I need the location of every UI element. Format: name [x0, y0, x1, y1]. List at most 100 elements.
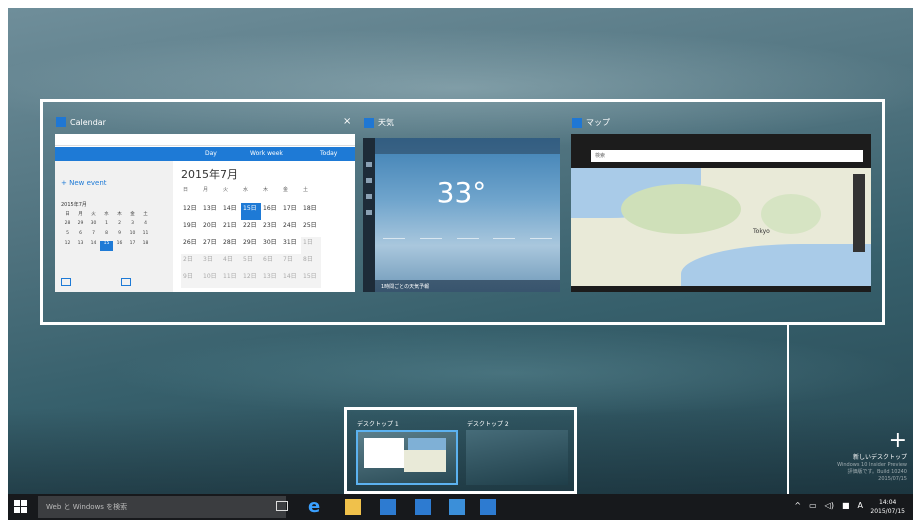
- day-view-button[interactable]: Day: [205, 150, 217, 157]
- mini-dow: 木: [117, 212, 122, 217]
- forecast-day: [383, 238, 405, 272]
- map-taskbar-icon[interactable]: [480, 499, 496, 515]
- mini-day[interactable]: 9: [113, 231, 126, 241]
- new-event-button[interactable]: + New event: [61, 179, 107, 187]
- mini-day[interactable]: 4: [139, 221, 152, 231]
- day-cell[interactable]: 5日: [241, 254, 261, 271]
- mini-day[interactable]: 1: [100, 221, 113, 231]
- day-cell[interactable]: 7日: [281, 254, 301, 271]
- day-cell[interactable]: 13日: [201, 203, 221, 220]
- day-cell[interactable]: 6日: [261, 254, 281, 271]
- mini-day[interactable]: 11: [139, 231, 152, 241]
- edge-icon[interactable]: e: [308, 498, 324, 516]
- day-cell[interactable]: 26日: [181, 237, 201, 254]
- clock[interactable]: 14:04 2015/07/15: [870, 498, 905, 516]
- today-button[interactable]: Today: [320, 150, 337, 157]
- mini-day[interactable]: 10: [126, 231, 139, 241]
- day-cell[interactable]: 16日: [261, 203, 281, 220]
- calendar-window-thumbnail[interactable]: Day Work week Today + New event 2015年7月 …: [55, 134, 355, 292]
- mini-day[interactable]: 14: [87, 241, 100, 251]
- chevron-up-icon[interactable]: ^: [794, 501, 801, 510]
- day-cell[interactable]: 15日: [301, 271, 321, 288]
- map-window-thumbnail[interactable]: 検索 Tokyo: [571, 134, 871, 292]
- day-cell[interactable]: 3日: [201, 254, 221, 271]
- day-cell[interactable]: 10日: [201, 271, 221, 288]
- weather-taskbar-icon[interactable]: [449, 499, 465, 515]
- mini-day[interactable]: 16: [113, 241, 126, 251]
- work-week-button[interactable]: Work week: [250, 150, 283, 157]
- desktop-2-thumbnail[interactable]: [466, 430, 568, 485]
- mini-day[interactable]: 7: [87, 231, 100, 241]
- mini-day[interactable]: 17: [126, 241, 139, 251]
- calendar-window-title[interactable]: Calendar: [56, 117, 106, 127]
- day-cell[interactable]: 23日: [261, 220, 281, 237]
- volume-icon[interactable]: ◁): [825, 501, 834, 510]
- mini-day[interactable]: 2: [113, 221, 126, 231]
- mini-day[interactable]: 12: [61, 241, 74, 251]
- mini-day[interactable]: 29: [74, 221, 87, 231]
- day-cell[interactable]: 4日: [221, 254, 241, 271]
- map-controls[interactable]: [853, 174, 865, 252]
- ime-indicator[interactable]: A: [858, 501, 863, 510]
- day-cell[interactable]: 12日: [181, 203, 201, 220]
- day-cell[interactable]: 21日: [221, 220, 241, 237]
- weather-window-title[interactable]: 天気: [364, 117, 394, 128]
- mini-day[interactable]: 18: [139, 241, 152, 251]
- day-cell[interactable]: 17日: [281, 203, 301, 220]
- day-cell[interactable]: 18日: [301, 203, 321, 220]
- mini-day[interactable]: 5: [61, 231, 74, 241]
- day-cell[interactable]: 24日: [281, 220, 301, 237]
- build-watermark: Windows 10 Insider Preview 評価版です。Build 1…: [837, 462, 907, 482]
- mini-day[interactable]: 6: [74, 231, 87, 241]
- mini-day[interactable]: 8: [100, 231, 113, 241]
- day-cell[interactable]: 29日: [241, 237, 261, 254]
- mini-day[interactable]: 28: [61, 221, 74, 231]
- weather-window-thumbnail[interactable]: 33° 1時間ごとの天気予報: [363, 138, 560, 292]
- explorer-icon[interactable]: [345, 499, 361, 515]
- notification-icon[interactable]: ■: [842, 501, 850, 510]
- desktop-1-thumbnail[interactable]: [356, 430, 458, 485]
- day-cell[interactable]: 31日: [281, 237, 301, 254]
- day-cell[interactable]: 27日: [201, 237, 221, 254]
- search-input[interactable]: Web と Windows を検索: [38, 496, 286, 518]
- close-icon[interactable]: ×: [343, 116, 351, 127]
- map-search-input[interactable]: 検索: [591, 150, 863, 162]
- day-cell[interactable]: 1日: [301, 237, 321, 254]
- nav-icon[interactable]: [366, 210, 372, 215]
- day-cell[interactable]: 14日: [221, 203, 241, 220]
- map-app-icon: [572, 117, 582, 128]
- day-cell[interactable]: 14日: [281, 271, 301, 288]
- window-preview: [404, 450, 446, 472]
- day-cell[interactable]: 13日: [261, 271, 281, 288]
- mini-day[interactable]: 13: [74, 241, 87, 251]
- day-cell[interactable]: 9日: [181, 271, 201, 288]
- day-cell[interactable]: 20日: [201, 220, 221, 237]
- mini-dow: 月: [78, 212, 83, 217]
- mini-day[interactable]: 15: [100, 241, 113, 251]
- day-cell[interactable]: 12日: [241, 271, 261, 288]
- calendar-taskbar-icon[interactable]: [415, 499, 431, 515]
- map-window-title[interactable]: マップ: [572, 117, 610, 128]
- day-cell[interactable]: 2日: [181, 254, 201, 271]
- mini-day[interactable]: 3: [126, 221, 139, 231]
- month-title: 2015年7月: [181, 168, 238, 181]
- day-cell[interactable]: 28日: [221, 237, 241, 254]
- map-label-tokyo: Tokyo: [753, 228, 770, 235]
- day-cell[interactable]: 22日: [241, 220, 261, 237]
- task-view-button[interactable]: [276, 501, 288, 511]
- hourly-forecast-link[interactable]: 1時間ごとの天気予報: [381, 283, 429, 290]
- day-cell[interactable]: 25日: [301, 220, 321, 237]
- day-cell[interactable]: 15日: [241, 203, 261, 220]
- mini-day[interactable]: 30: [87, 221, 100, 231]
- calendar-icon[interactable]: [121, 278, 131, 286]
- day-cell[interactable]: 8日: [301, 254, 321, 271]
- mail-icon[interactable]: [61, 278, 71, 286]
- nav-icon[interactable]: [366, 162, 372, 167]
- network-icon[interactable]: ▭: [809, 501, 817, 510]
- start-button[interactable]: [14, 500, 28, 514]
- day-cell[interactable]: 11日: [221, 271, 241, 288]
- day-cell[interactable]: 19日: [181, 220, 201, 237]
- store-icon[interactable]: [380, 499, 396, 515]
- new-desktop-button[interactable]: + 新しいデスクトップ: [853, 430, 907, 462]
- day-cell[interactable]: 30日: [261, 237, 281, 254]
